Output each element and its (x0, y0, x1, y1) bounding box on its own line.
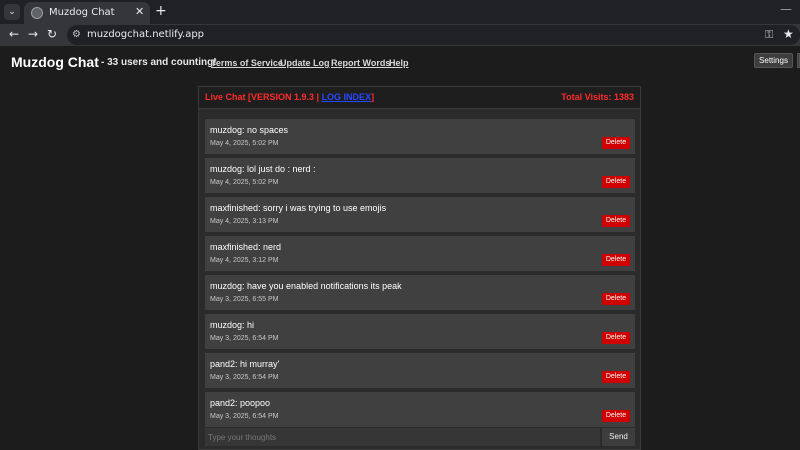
browser-tab-bar: ⌄ Muzdog Chat ✕ + — (0, 0, 800, 24)
message-time: May 4, 2025, 3:13 PM (210, 218, 279, 225)
report-words-link[interactable]: Report Words (331, 58, 390, 68)
delete-button[interactable]: Delete (602, 371, 630, 383)
message-time: May 4, 2025, 3:12 PM (210, 257, 279, 264)
forward-icon[interactable]: → (28, 27, 38, 41)
delete-button[interactable]: Delete (602, 293, 630, 305)
message-item: maxfinished: sorry i was trying to use e… (205, 197, 635, 232)
minimize-icon[interactable]: — (780, 2, 792, 16)
message-text: muzdog: hi (210, 320, 255, 330)
message-item: muzdog: have you enabled notifications i… (205, 275, 635, 310)
address-bar[interactable]: ⚙ muzdogchat.netlify.app ⚿ ★ (67, 25, 800, 45)
message-item: muzdog: hi May 3, 2025, 6:54 PM Delete (205, 314, 635, 349)
total-visits: Total Visits: 1383 (561, 92, 634, 102)
chat-title: Live Chat [VERSION 1.9.3 | LOG INDEX] (205, 92, 374, 102)
delete-button[interactable]: Delete (602, 176, 630, 188)
message-time: May 3, 2025, 6:54 PM (210, 374, 279, 381)
tab-title: Muzdog Chat (49, 7, 115, 18)
site-header: Muzdog Chat - 33 users and counting! Ter… (0, 48, 800, 76)
delete-button[interactable]: Delete (602, 254, 630, 266)
chat-title-prefix: Live Chat [VERSION 1.9.3 | (205, 92, 322, 102)
delete-button[interactable]: Delete (602, 137, 630, 149)
site-title: Muzdog Chat (11, 54, 99, 70)
message-time: May 3, 2025, 6:55 PM (210, 296, 279, 303)
message-time: May 3, 2025, 6:54 PM (210, 413, 279, 420)
key-icon[interactable]: ⚿ (765, 28, 773, 42)
message-item: pand2: hi murray' May 3, 2025, 6:54 PM D… (205, 353, 635, 388)
browser-toolbar: ← → ↻ ⚙ muzdogchat.netlify.app ⚿ ★ (0, 24, 800, 46)
delete-button[interactable]: Delete (602, 215, 630, 227)
message-time: May 3, 2025, 6:54 PM (210, 335, 279, 342)
back-icon[interactable]: ← (9, 27, 19, 41)
delete-button[interactable]: Delete (602, 410, 630, 422)
message-text: muzdog: lol just do : nerd : (210, 164, 316, 174)
star-icon[interactable]: ★ (783, 27, 794, 41)
send-button[interactable]: Send (602, 428, 635, 446)
message-input[interactable] (205, 428, 600, 446)
delete-button[interactable]: Delete (602, 332, 630, 344)
favicon-icon (31, 7, 43, 19)
tab-search-icon[interactable]: ⌄ (4, 4, 20, 20)
chat-header: Live Chat [VERSION 1.9.3 | LOG INDEX] To… (199, 87, 640, 109)
message-composer: Send (205, 428, 635, 446)
message-text: pand2: poopoo (210, 398, 271, 408)
message-item: pand2: poopoo May 3, 2025, 6:54 PM Delet… (205, 392, 635, 427)
message-text: pand2: hi murray' (210, 359, 280, 369)
help-link[interactable]: Help (389, 58, 409, 68)
message-time: May 4, 2025, 5:02 PM (210, 179, 279, 186)
reload-icon[interactable]: ↻ (47, 27, 57, 41)
log-index-link[interactable]: LOG INDEX (322, 92, 372, 102)
message-item: muzdog: no spaces May 4, 2025, 5:02 PM D… (205, 119, 635, 154)
message-text: maxfinished: nerd (210, 242, 282, 252)
message-item: muzdog: lol just do : nerd : May 4, 2025… (205, 158, 635, 193)
browser-tab[interactable]: Muzdog Chat ✕ (24, 2, 150, 24)
site-info-icon[interactable]: ⚙ (72, 29, 81, 40)
message-text: maxfinished: sorry i was trying to use e… (210, 203, 387, 213)
terms-of-service-link[interactable]: Terms of Service (211, 58, 283, 68)
chat-title-suffix: ] (371, 92, 375, 102)
url-text[interactable]: muzdogchat.netlify.app (87, 29, 204, 40)
message-item: maxfinished: nerd May 4, 2025, 3:12 PM D… (205, 236, 635, 271)
message-text: muzdog: no spaces (210, 125, 289, 135)
chat-panel: Live Chat [VERSION 1.9.3 | LOG INDEX] To… (198, 86, 641, 450)
update-log-link[interactable]: Update Log (280, 58, 330, 68)
message-time: May 4, 2025, 5:02 PM (210, 140, 279, 147)
message-text: muzdog: have you enabled notifications i… (210, 281, 402, 291)
tab-close-icon[interactable]: ✕ (135, 5, 144, 18)
new-tab-icon[interactable]: + (155, 3, 167, 19)
user-count: - 33 users and counting! (101, 57, 217, 68)
settings-button[interactable]: Settings (754, 53, 793, 68)
